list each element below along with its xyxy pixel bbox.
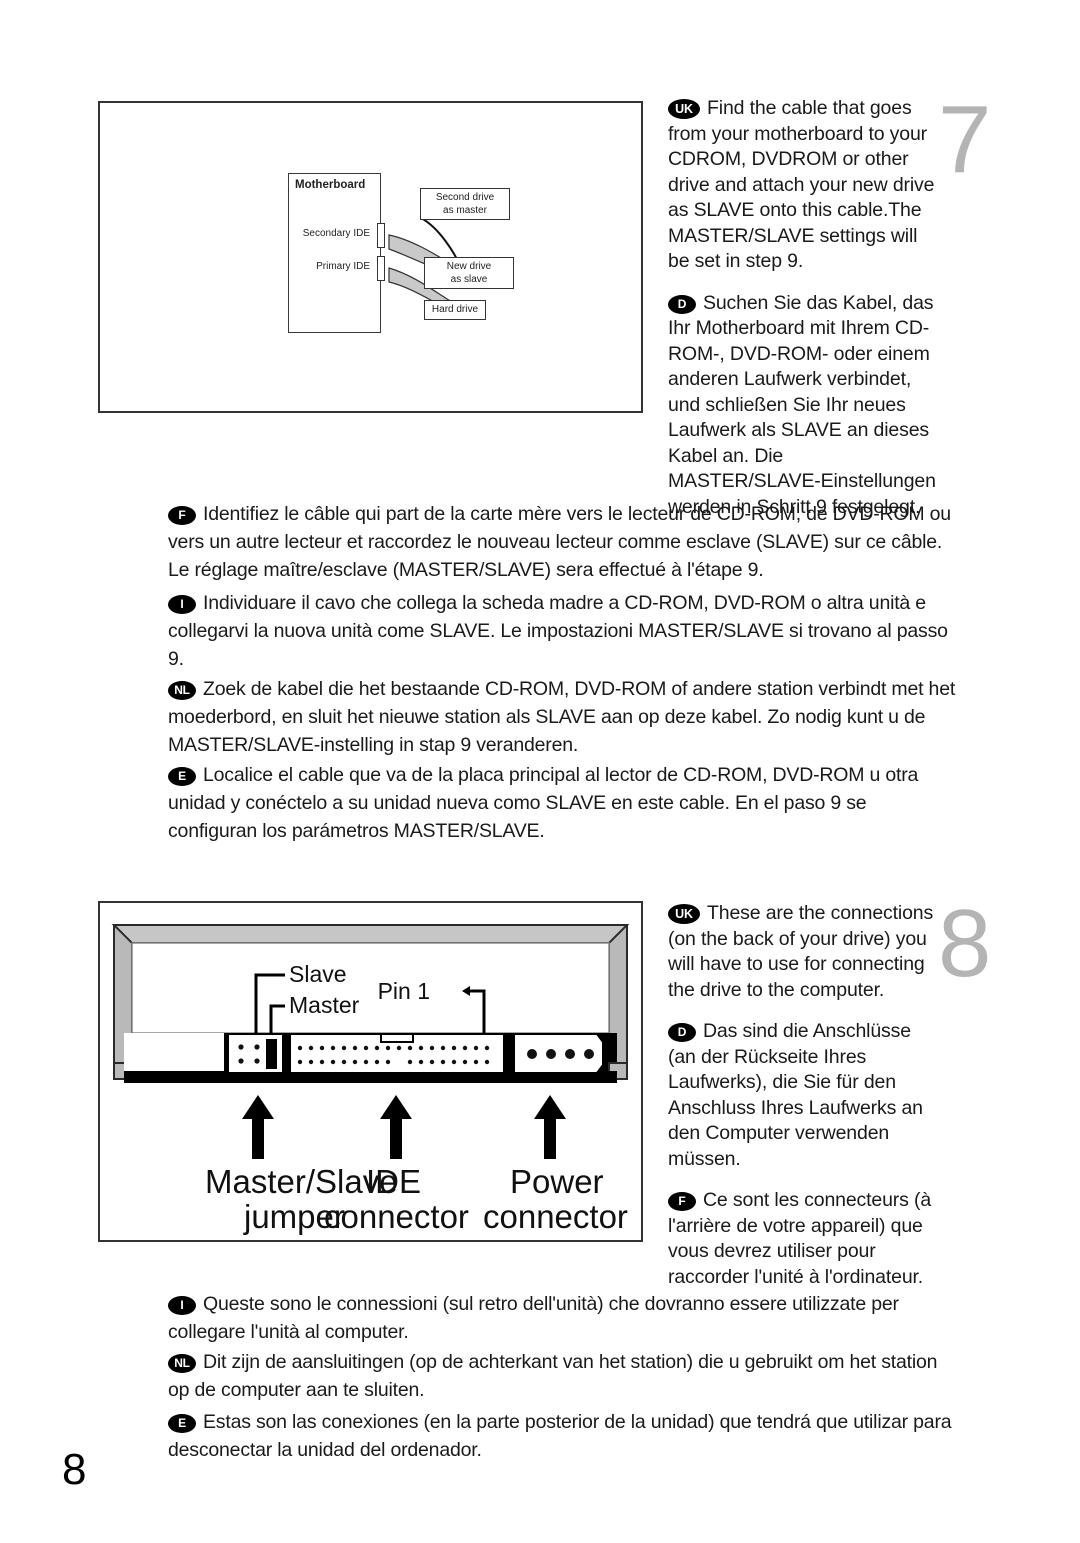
new-drive-as-slave-line2: as slave — [450, 273, 488, 285]
motherboard-diagram-figure: Motherboard Secondary IDE Primary IDE Se… — [98, 101, 643, 413]
step-8-text-it: Queste sono le connessioni (sul retro de… — [168, 1293, 899, 1343]
hard-drive-box: Hard drive — [424, 300, 486, 320]
step-8-text-es: Estas son las conexiones (en la parte po… — [168, 1411, 952, 1461]
second-drive-as-master-box: Second drive as master — [420, 188, 510, 220]
step-7-text-nl: Zoek de kabel die het bestaande CD-ROM, … — [168, 678, 956, 756]
svg-text:connector: connector — [483, 1198, 628, 1235]
svg-text:Power: Power — [510, 1163, 604, 1200]
language-badge-nl-2: NL — [168, 1354, 196, 1373]
language-badge-de-2: D — [668, 1023, 696, 1042]
secondary-ide-label: Secondary IDE — [302, 228, 370, 239]
language-badge-es-2: E — [168, 1414, 196, 1433]
step-7-paragraph-uk: UK Find the cable that goes from your mot… — [668, 96, 940, 275]
step-8-text-fr: Ce sont les connecteurs (à l'arrière de … — [668, 1189, 932, 1288]
step-number-7: 7 — [938, 86, 992, 193]
step-8-paragraph-uk: UK These are the connections (on the back… — [668, 901, 940, 1003]
page-number: 8 — [62, 1445, 87, 1494]
step-7-side-text: UK Find the cable that goes from your mot… — [668, 96, 940, 520]
step-8-text-de: Das sind die Anschlüsse (an der Rückseit… — [668, 1020, 923, 1170]
step-8-paragraph-fr: F Ce sont les connecteurs (à l'arrière de… — [668, 1188, 940, 1290]
drive-rear-drawing: Slave Master Pin 1 Master/Slave jumper I… — [111, 924, 630, 1235]
step-7-paragraph-it: I Individuare il cavo che collega la sche… — [168, 589, 958, 673]
hard-drive-line1: Hard drive — [431, 304, 479, 315]
step-7-paragraph-nl: NL Zoek de kabel die het bestaande CD-ROM… — [168, 675, 958, 759]
motherboard-diagram-content: Motherboard Secondary IDE Primary IDE Se… — [288, 165, 533, 340]
drive-rear-figure: Slave Master Pin 1 Master/Slave jumper I… — [98, 901, 643, 1242]
language-badge-it-2: I — [168, 1296, 196, 1315]
step-8-text-uk: These are the connections (on the back o… — [668, 902, 934, 1001]
language-badge-nl: NL — [168, 681, 196, 700]
language-badge-uk: UK — [668, 99, 700, 119]
step-8-paragraph-es: E Estas son las conexiones (en la parte p… — [168, 1408, 958, 1464]
svg-text:Master: Master — [289, 992, 360, 1018]
step-7-text-es: Localice el cable que va de la placa pri… — [168, 764, 919, 842]
new-drive-as-slave-box: New drive as slave — [424, 257, 514, 289]
language-badge-fr: F — [168, 506, 196, 525]
svg-text:Slave: Slave — [289, 961, 347, 987]
svg-text:IDE: IDE — [366, 1163, 421, 1200]
language-badge-es: E — [168, 767, 196, 786]
primary-ide-label: Primary IDE — [316, 261, 370, 272]
new-drive-as-slave-line1: New drive — [446, 261, 492, 272]
svg-text:Pin 1: Pin 1 — [378, 978, 430, 1004]
second-drive-as-master-line2: as master — [443, 204, 487, 216]
step-7-paragraph-fr: F Identifiez le câble qui part de la cart… — [168, 500, 958, 584]
step-7-paragraph-es: E Localice el cable que va de la placa pr… — [168, 761, 958, 845]
step-7-paragraph-de: D Suchen Sie das Kabel, das Ihr Motherboa… — [668, 291, 940, 521]
language-badge-fr-2: F — [668, 1192, 696, 1211]
step-8-side-text: UK These are the connections (on the back… — [668, 901, 940, 1290]
step-7-text-uk: Find the cable that goes from your mothe… — [668, 97, 935, 272]
step-8-text-nl: Dit zijn de aansluitingen (op de achterk… — [168, 1351, 938, 1401]
language-badge-uk-2: UK — [668, 904, 700, 924]
primary-ide-port — [377, 256, 385, 281]
motherboard-body: Motherboard — [288, 173, 381, 333]
language-badge-it: I — [168, 595, 196, 614]
language-badge-de: D — [668, 294, 696, 314]
step-number-8: 8 — [938, 890, 992, 997]
step-8-paragraph-de: D Das sind die Anschlüsse (an der Rücksei… — [668, 1019, 940, 1172]
step-8-paragraph-nl: NL Dit zijn de aansluitingen (op de achte… — [168, 1348, 958, 1404]
step-7-text-de: Suchen Sie das Kabel, das Ihr Motherboar… — [668, 291, 936, 518]
motherboard-label: Motherboard — [295, 179, 366, 191]
step-7-text-it: Individuare il cavo che collega la sched… — [168, 592, 948, 670]
secondary-ide-port — [377, 223, 385, 248]
svg-text:connector: connector — [324, 1198, 469, 1235]
step-8-paragraph-it: I Queste sono le connessioni (sul retro d… — [168, 1290, 958, 1346]
step-7-text-fr: Identifiez le câble qui part de la carte… — [168, 503, 951, 581]
second-drive-as-master-line1: Second drive — [435, 192, 495, 203]
